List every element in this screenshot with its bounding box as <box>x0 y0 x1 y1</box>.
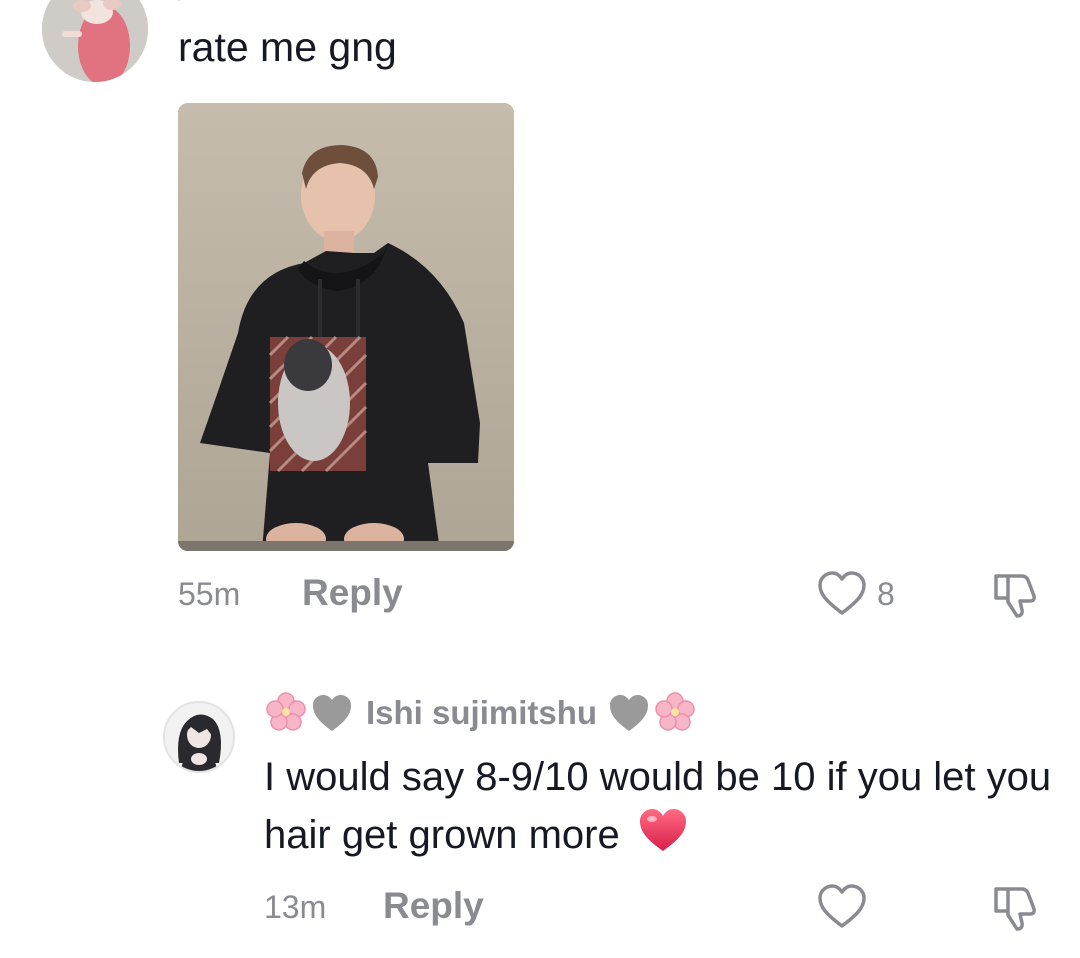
reply-username[interactable]: Ishi sujimitshu <box>366 694 597 732</box>
comment-attached-photo[interactable] <box>178 103 514 551</box>
heart-outline-icon[interactable] <box>816 570 868 618</box>
comment-text: rate me gng <box>178 24 397 70</box>
comment-time: 55m <box>178 576 241 612</box>
thumbs-down-icon[interactable] <box>988 568 1040 620</box>
comment-actions: 55m Reply 8 <box>0 566 1080 626</box>
grey-heart-icon <box>313 695 351 731</box>
thumbs-down-icon[interactable] <box>988 881 1040 933</box>
like-count: 8 <box>877 576 895 612</box>
reply-time: 13m <box>264 889 327 925</box>
heart-outline-icon[interactable] <box>816 883 868 931</box>
reply-button[interactable]: Reply <box>383 885 484 927</box>
reply-actions: 13m Reply <box>0 877 1080 937</box>
avatar[interactable] <box>42 0 148 82</box>
reply-username-row[interactable]: Ishi sujimitshu <box>264 690 697 736</box>
cherry-blossom-icon <box>266 692 306 731</box>
reply-button[interactable]: Reply <box>302 572 403 614</box>
reply-comment-body: I would say 8-9/10 would be 10 if you le… <box>264 748 1064 864</box>
grey-heart-icon <box>610 695 649 731</box>
comment-username[interactable]: / <box>178 0 186 8</box>
comment-thread: / rate me gng <box>0 0 1080 958</box>
cherry-blossom-icon <box>655 692 695 731</box>
red-heart-icon <box>639 809 686 851</box>
avatar[interactable] <box>163 701 235 773</box>
